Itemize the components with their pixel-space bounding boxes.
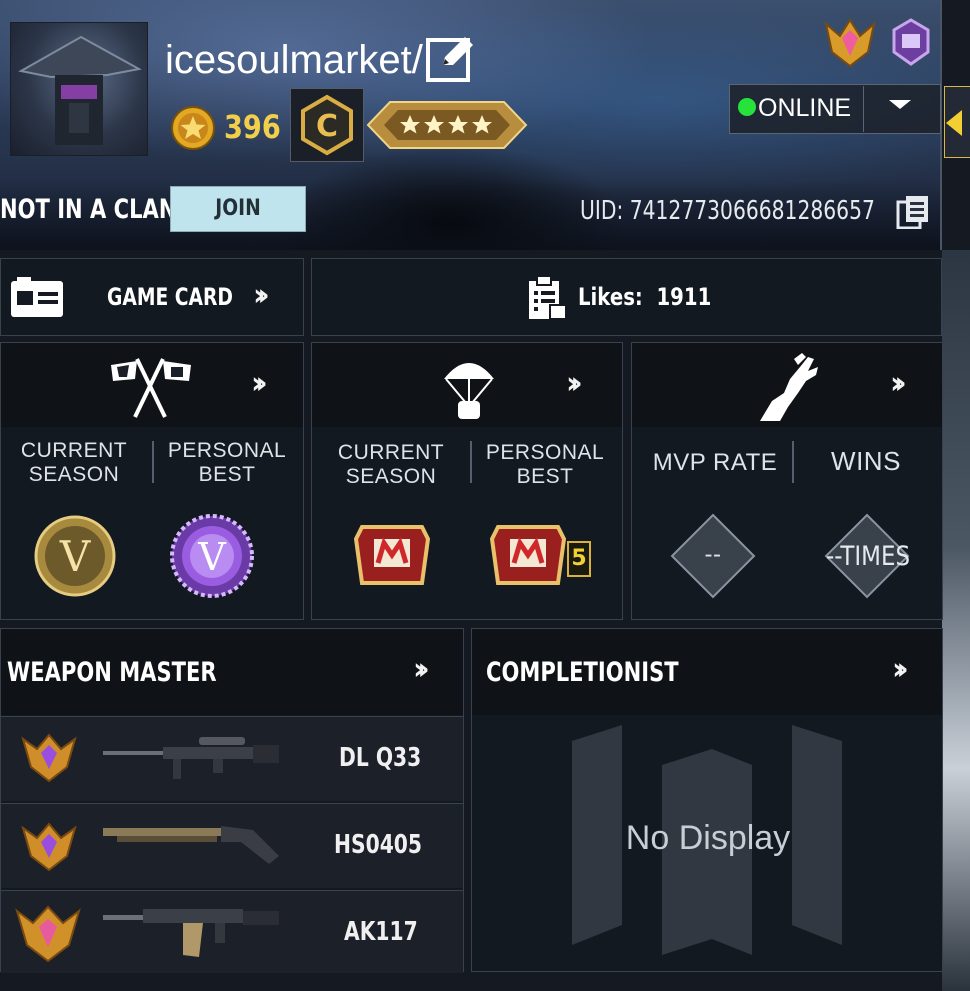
likes-count: 1911: [656, 283, 712, 311]
label-line: CURRENT: [20, 439, 128, 462]
weapon-medal-icon: [15, 905, 81, 968]
weapon-name: AK117: [344, 917, 418, 947]
username: icesoulmarket/: [165, 38, 423, 82]
weapon-medal-icon: [21, 733, 77, 788]
mvp-rate-label: MVP RATE: [652, 449, 778, 476]
online-indicator-icon: [738, 98, 756, 116]
label-line: CURRENT: [337, 441, 445, 464]
completionist-panel[interactable]: COMPLETIONIST ›› No Display: [471, 628, 943, 972]
weapon-master-title: WEAPON MASTER: [7, 657, 217, 688]
zombie-hand-icon: [750, 349, 822, 428]
cp-coin-icon: [170, 105, 216, 151]
status-divider: [863, 86, 864, 132]
shotgun-icon: [103, 820, 281, 875]
zombie-mode-panel[interactable]: ›› MVP RATE WINS -- --TIMES: [631, 342, 943, 620]
assault-rifle-icon: [103, 905, 281, 966]
rank-c-badge[interactable]: C: [290, 88, 364, 162]
label-line: SEASON: [345, 465, 437, 488]
status-label: ONLINE: [758, 94, 852, 122]
personal-best-label: PERSONAL BEST: [480, 441, 610, 489]
legendary-badge-icon[interactable]: [892, 18, 930, 66]
join-clan-label: JOIN: [215, 196, 261, 221]
weapon-name: HS0405: [334, 830, 423, 860]
label-line: BEST: [198, 463, 256, 486]
personal-best-label: PERSONAL BEST: [161, 439, 293, 487]
weapon-row[interactable]: DL Q33: [1, 716, 463, 801]
weapon-row[interactable]: AK117: [1, 890, 463, 973]
double-chevron-right-icon: ››: [251, 366, 267, 401]
prestige-stars-badge[interactable]: [366, 96, 528, 154]
weapon-medal-icon: [21, 822, 77, 877]
cp-coin-count: 396: [224, 108, 281, 146]
rank-letter: C: [316, 109, 338, 144]
rank-medal-icon[interactable]: [822, 16, 878, 70]
master-rank-icon: [352, 519, 432, 596]
weapon-name: DL Q33: [339, 743, 422, 773]
current-season-label: CURRENT SEASON: [326, 441, 456, 489]
clipboard-like-icon: [526, 275, 568, 326]
wins-value: --TIMES: [825, 541, 911, 572]
double-chevron-right-icon: ››: [566, 366, 582, 401]
veteran-rank-icon: V: [34, 515, 116, 602]
label-line: SEASON: [28, 463, 120, 486]
weapon-master-panel[interactable]: WEAPON MASTER ›› DL Q33 HS0405 AK117: [0, 628, 464, 973]
svg-text:V: V: [59, 532, 91, 581]
background-scenery: [942, 250, 970, 991]
clan-status: NOT IN A CLAN: [0, 194, 177, 225]
master-rank-count: 5: [567, 541, 591, 577]
game-card-label: GAME CARD: [107, 283, 233, 311]
edit-icon[interactable]: [425, 33, 477, 83]
caret-down-icon[interactable]: [889, 100, 911, 109]
sniper-rifle-icon: [103, 737, 281, 788]
parachute-icon: [440, 353, 498, 426]
current-season-label: CURRENT SEASON: [9, 439, 139, 487]
label-line: PERSONAL: [485, 441, 605, 464]
divider: [152, 441, 154, 483]
avatar-portrait: [18, 35, 142, 145]
double-chevron-right-icon: ››: [892, 652, 908, 687]
multiplayer-rank-panel[interactable]: ›› CURRENT SEASON PERSONAL BEST V V: [0, 342, 304, 620]
no-display-text: No Display: [625, 819, 791, 857]
double-chevron-right-icon: ››: [253, 278, 269, 313]
crossed-flags-icon: [107, 351, 193, 426]
double-chevron-right-icon: ››: [890, 366, 906, 401]
arrow-left-icon[interactable]: [946, 110, 962, 136]
divider: [470, 441, 472, 483]
likes-label: Likes: 1911: [578, 283, 711, 311]
divider: [792, 441, 794, 483]
svg-text:V: V: [197, 535, 226, 579]
battle-royale-rank-panel[interactable]: ›› CURRENT SEASON PERSONAL BEST 5: [311, 342, 623, 620]
label-line: PERSONAL: [167, 439, 287, 462]
likes-text: Likes:: [578, 283, 643, 311]
double-chevron-right-icon: ››: [413, 652, 429, 687]
id-card-icon: [9, 277, 65, 324]
completionist-title: COMPLETIONIST: [486, 657, 679, 688]
game-card-button[interactable]: GAME CARD ››: [0, 258, 304, 336]
uid-text: UID: 7412773066681286657: [580, 196, 875, 226]
label-line: BEST: [516, 465, 574, 488]
master-rank-best-icon: [488, 519, 568, 596]
legendary-rank-icon: V: [169, 513, 255, 604]
likes-button[interactable]: Likes: 1911: [311, 258, 942, 336]
copy-icon[interactable]: [896, 193, 932, 230]
wins-label: WINS: [831, 446, 901, 476]
mvp-rate-value: --: [704, 541, 722, 568]
weapon-row[interactable]: HS0405: [1, 803, 463, 888]
avatar[interactable]: [10, 22, 148, 156]
